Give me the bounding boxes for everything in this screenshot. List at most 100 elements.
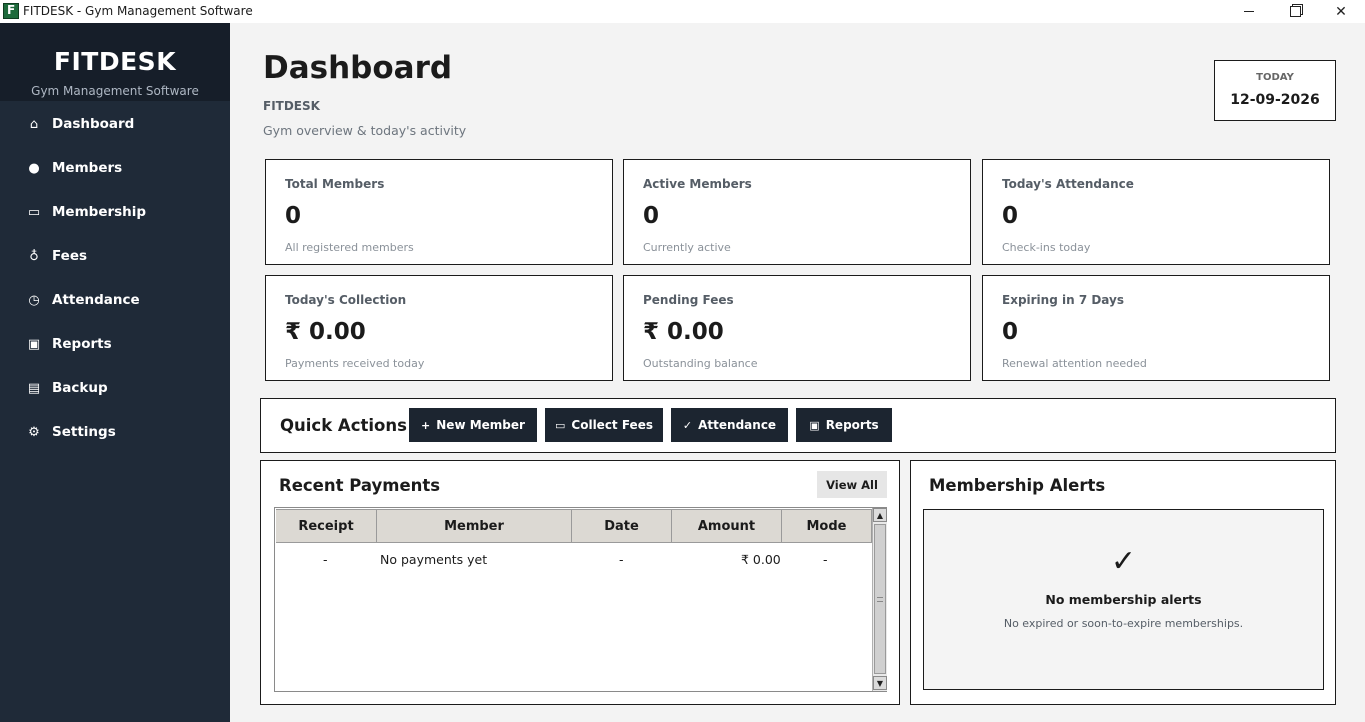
recent-payments-title: Recent Payments [279,476,441,495]
stat-label: Expiring in 7 Days [1002,293,1124,307]
stat-value: 0 [643,203,660,229]
report-icon: ▣ [27,336,41,352]
stat-caption: Check-ins today [1002,241,1091,254]
view-all-button[interactable]: View All [817,471,887,498]
today-date: 12-09-2026 [1230,92,1320,108]
card-icon: ▭ [27,204,41,220]
stat-value: 0 [1002,319,1019,345]
user-icon: ● [28,160,40,176]
membership-alerts-title: Membership Alerts [929,476,1106,495]
brand-title: FITDESK [53,47,177,76]
stat-value: 0 [285,203,302,229]
alerts-empty-subtitle: No expired or soon-to-expire memberships… [1003,617,1244,630]
sidebar-item-backup[interactable]: ▤ Backup [0,368,230,408]
today-box: TODAY 12-09-2026 [1214,60,1336,121]
close-button[interactable]: ✕ [1318,0,1364,23]
attendance-button[interactable]: ✓ Attendance [671,408,788,442]
payments-table: Receipt Member Date Amount Mode - No pay… [274,507,887,692]
stat-caption: Outstanding balance [643,357,758,370]
stat-caption: Payments received today [285,357,425,370]
button-label: Collect Fees [571,418,653,432]
maximize-button[interactable] [1272,0,1318,23]
stat-card-total-members: Total Members 0 All registered members [265,159,613,265]
stat-card-todays-collection: Today's Collection ₹ 0.00 Payments recei… [265,275,613,381]
money-bag-icon: ♁ [29,248,39,264]
app-window: FITDESK - Gym Management Software ✕ FITD… [0,0,1365,722]
sidebar-item-label: Fees [52,248,88,264]
window-titlebar: FITDESK - Gym Management Software ✕ [0,0,1365,23]
sidebar-item-label: Members [52,160,123,176]
column-header-mode[interactable]: Mode [782,509,872,543]
button-label: New Member [436,418,525,432]
stat-card-active-members: Active Members 0 Currently active [623,159,971,265]
quick-actions-title: Quick Actions [280,416,407,435]
button-label: Reports [825,418,879,432]
plus-icon: + [421,418,431,432]
cell-receipt: - [323,552,328,567]
stat-card-todays-attendance: Today's Attendance 0 Check-ins today [982,159,1330,265]
sidebar-item-members[interactable]: ● Members [0,148,230,188]
page-title: Dashboard [263,50,453,86]
sidebar-item-attendance[interactable]: ◷ Attendance [0,280,230,320]
stat-caption: Renewal attention needed [1002,357,1147,370]
membership-alerts-panel: Membership Alerts ✓ No membership alerts… [910,460,1336,705]
new-member-button[interactable]: + New Member [409,408,537,442]
alerts-empty-title: No membership alerts [1045,592,1202,607]
sidebar-item-fees[interactable]: ♁ Fees [0,236,230,276]
recent-payments-panel: Recent Payments View All Receipt Member … [260,460,900,705]
scrollbar-grip-icon [877,597,883,602]
today-label: TODAY [1256,72,1294,83]
sidebar-item-dashboard[interactable]: ⌂ Dashboard [0,104,230,144]
check-icon: ✓ [682,418,693,432]
window-title: FITDESK - Gym Management Software [23,4,253,18]
page-brand: FITDESK [263,99,320,113]
page-subtitle: Gym overview & today's activity [263,123,467,138]
home-icon: ⌂ [29,116,39,132]
button-label: Attendance [698,418,777,432]
stat-label: Active Members [643,177,752,191]
clock-icon: ◷ [28,292,40,308]
stat-value: ₹ 0.00 [285,319,366,345]
sidebar-item-label: Backup [52,380,108,396]
cell-date: - [619,552,624,567]
report-icon: ▣ [809,418,820,432]
column-header-amount[interactable]: Amount [672,509,782,543]
stat-card-pending-fees: Pending Fees ₹ 0.00 Outstanding balance [623,275,971,381]
stat-label: Today's Attendance [1002,177,1134,191]
card-icon: ▭ [555,418,566,432]
minimize-button[interactable] [1226,0,1272,23]
sidebar-item-label: Dashboard [52,116,135,132]
cell-mode: - [823,552,828,567]
stat-label: Today's Collection [285,293,407,307]
save-icon: ▤ [27,380,41,396]
scroll-up-arrow-icon[interactable]: ▲ [873,508,887,522]
sidebar-item-label: Attendance [52,292,140,308]
sidebar-item-membership[interactable]: ▭ Membership [0,192,230,232]
sidebar-item-label: Settings [52,424,116,440]
fitdesk-logo-icon [3,3,19,19]
cell-amount: ₹ 0.00 [741,552,781,567]
stat-card-expiring-7-days: Expiring in 7 Days 0 Renewal attention n… [982,275,1330,381]
column-header-receipt[interactable]: Receipt [276,509,377,543]
scroll-down-arrow-icon[interactable]: ▼ [873,676,887,690]
sidebar-item-reports[interactable]: ▣ Reports [0,324,230,364]
column-header-date[interactable]: Date [572,509,672,543]
sidebar-brand: FITDESK Gym Management Software [0,23,230,101]
table-scrollbar[interactable]: ▲ ▼ [872,508,887,691]
alerts-empty-state: ✓ No membership alerts No expired or soo… [923,509,1324,690]
reports-button[interactable]: ▣ Reports [796,408,892,442]
sidebar-item-settings[interactable]: ⚙ Settings [0,412,230,452]
gear-icon: ⚙ [28,424,40,440]
sidebar-item-label: Reports [52,336,112,352]
collect-fees-button[interactable]: ▭ Collect Fees [545,408,663,442]
stat-caption: All registered members [285,241,414,254]
scrollbar-thumb[interactable] [874,524,886,674]
stat-label: Total Members [285,177,385,191]
sidebar: FITDESK Gym Management Software ⌂ Dashbo… [0,23,230,722]
stat-caption: Currently active [643,241,731,254]
quick-actions-panel: Quick Actions + New Member ▭ Collect Fee… [260,398,1336,453]
stat-value: ₹ 0.00 [643,319,724,345]
column-header-member[interactable]: Member [377,509,572,543]
cell-member: No payments yet [380,552,488,567]
check-icon: ✓ [1110,544,1137,579]
